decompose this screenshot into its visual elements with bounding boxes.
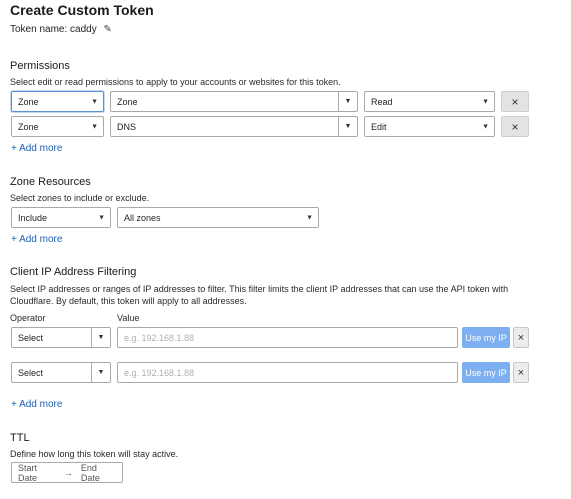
remove-permission-button[interactable]: × <box>501 91 529 112</box>
chevron-down-icon: ▼ <box>482 98 489 105</box>
permission-resource-select[interactable]: Zone ▼ <box>110 91 358 112</box>
ip-filtering-description-line: Cloudflare. By default, this token will … <box>10 296 247 306</box>
ttl-date-range-picker[interactable]: Start Date → End Date <box>11 462 123 483</box>
remove-ip-row-button[interactable]: × <box>513 327 529 348</box>
use-my-ip-button[interactable]: Use my IP <box>462 362 510 383</box>
permission-scope-select[interactable]: Zone ▼ <box>11 91 104 112</box>
permission-access-value: Edit <box>371 121 387 132</box>
permission-resource-select[interactable]: DNS ▼ <box>110 116 358 137</box>
chevron-down-icon: ▼ <box>91 98 98 105</box>
close-icon: × <box>511 119 519 134</box>
ip-value-placeholder: e.g. 192.168.1.88 <box>124 332 195 343</box>
ip-value-input[interactable]: e.g. 192.168.1.88 <box>117 327 458 348</box>
operator-label: Operator <box>10 313 46 323</box>
permission-scope-select[interactable]: Zone ▼ <box>11 116 104 137</box>
remove-ip-row-button[interactable]: × <box>513 362 529 383</box>
ttl-heading: TTL <box>10 432 30 444</box>
add-more-ip-link[interactable]: + Add more <box>11 399 62 410</box>
permission-access-select[interactable]: Read ▼ <box>364 91 495 112</box>
permission-access-value: Read <box>371 96 393 107</box>
permission-resource-value: DNS <box>117 121 137 132</box>
chevron-down-icon: ▼ <box>91 123 98 130</box>
permission-access-select[interactable]: Edit ▼ <box>364 116 495 137</box>
value-label: Value <box>117 313 140 323</box>
token-name-label: Token name: caddy <box>10 24 97 35</box>
ip-value-placeholder: e.g. 192.168.1.88 <box>124 367 195 378</box>
ip-operator-value: Select <box>18 367 44 378</box>
use-my-ip-button[interactable]: Use my IP <box>462 327 510 348</box>
pencil-icon[interactable]: ✎ <box>104 24 112 35</box>
ip-value-input[interactable]: e.g. 192.168.1.88 <box>117 362 458 383</box>
zone-resources-heading: Zone Resources <box>10 176 91 188</box>
ip-operator-select[interactable]: Select ▼ <box>11 362 111 383</box>
close-icon: × <box>517 331 525 344</box>
add-more-permissions-link[interactable]: + Add more <box>11 143 62 154</box>
page-title: Create Custom Token <box>10 2 154 18</box>
add-more-zones-link[interactable]: + Add more <box>11 234 62 245</box>
zone-include-value: Include <box>18 212 48 223</box>
permissions-description: Select edit or read permissions to apply… <box>10 77 341 87</box>
close-icon: × <box>511 94 519 109</box>
end-date-field[interactable]: End Date <box>81 463 116 483</box>
remove-permission-button[interactable]: × <box>501 116 529 137</box>
permissions-heading: Permissions <box>10 60 70 72</box>
ttl-description: Define how long this token will stay act… <box>10 449 179 459</box>
arrow-right-icon: → <box>63 467 73 478</box>
zone-resources-description: Select zones to include or exclude. <box>10 193 150 203</box>
zone-include-select[interactable]: Include ▼ <box>11 207 111 228</box>
ip-operator-select[interactable]: Select ▼ <box>11 327 111 348</box>
chevron-down-icon: ▼ <box>338 117 357 136</box>
permission-scope-value: Zone <box>18 121 39 132</box>
chevron-down-icon: ▼ <box>306 214 313 221</box>
close-icon: × <box>517 366 525 379</box>
ip-operator-value: Select <box>18 332 44 343</box>
permission-resource-value: Zone <box>117 96 138 107</box>
ip-filtering-heading: Client IP Address Filtering <box>10 266 137 278</box>
zone-scope-select[interactable]: All zones ▼ <box>117 207 319 228</box>
permission-scope-value: Zone <box>18 96 39 107</box>
start-date-field[interactable]: Start Date <box>18 463 56 483</box>
token-name: Token name: caddy ✎ <box>10 24 112 35</box>
chevron-down-icon: ▼ <box>91 363 110 382</box>
ip-filtering-description-line: Select IP addresses or ranges of IP addr… <box>10 284 509 294</box>
chevron-down-icon: ▼ <box>98 214 105 221</box>
chevron-down-icon: ▼ <box>338 92 357 111</box>
ip-filtering-description: Select IP addresses or ranges of IP addr… <box>10 283 560 307</box>
chevron-down-icon: ▼ <box>482 123 489 130</box>
zone-scope-value: All zones <box>124 212 161 223</box>
chevron-down-icon: ▼ <box>91 328 110 347</box>
